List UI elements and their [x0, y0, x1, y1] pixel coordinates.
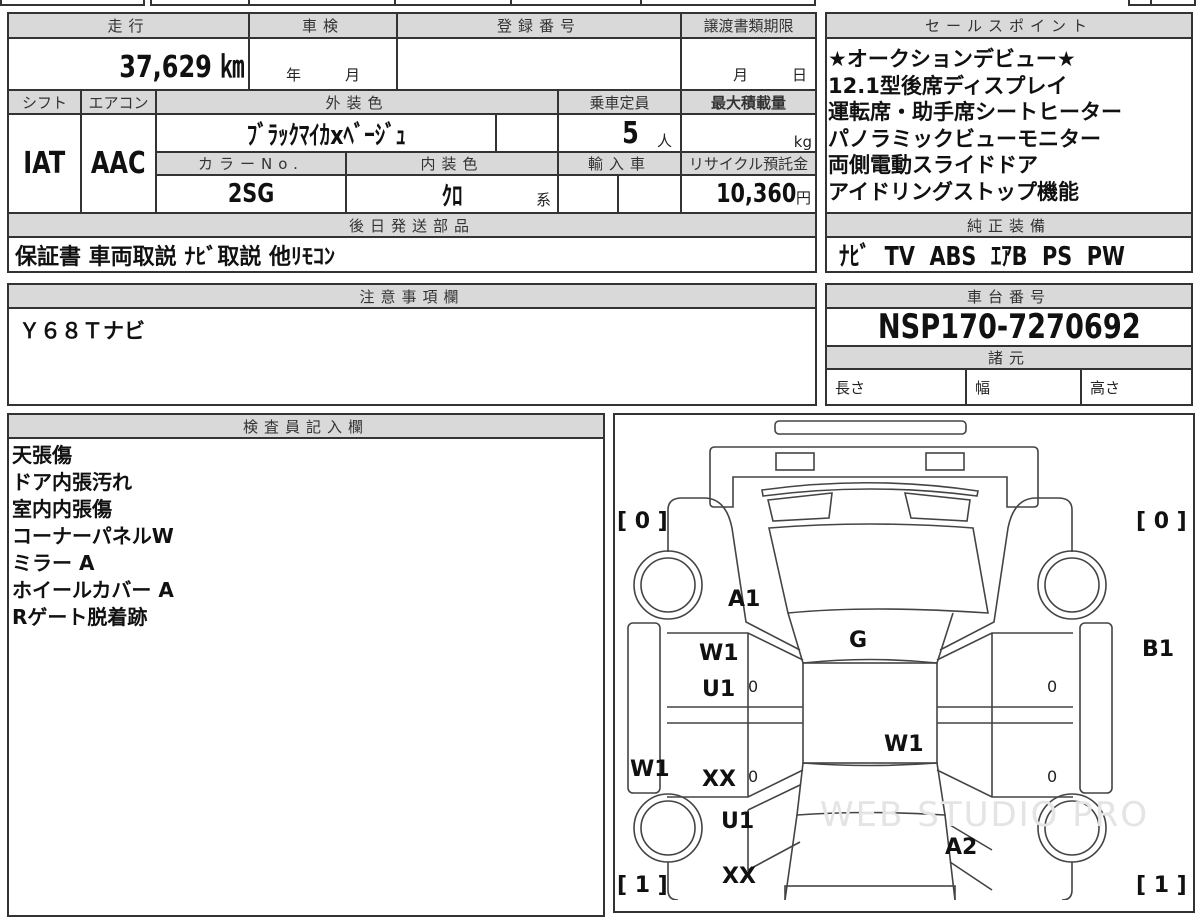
door-mark-zero: 0 — [1047, 767, 1058, 786]
damage-mark-xx: XX — [702, 767, 736, 792]
door-mark-zero: 0 — [748, 677, 759, 696]
tire-front-right: [ 0 ] — [1136, 509, 1187, 534]
damage-mark-u1-rear: U1 — [721, 809, 755, 834]
damage-mark-b1: B1 — [1142, 637, 1175, 662]
damage-mark-a1: A1 — [728, 587, 761, 612]
damage-mark-w1: W1 — [699, 641, 739, 666]
damage-mark-xx-rear: XX — [722, 864, 756, 889]
damage-mark-w1-side: W1 — [630, 757, 670, 782]
damage-mark-g: G — [849, 628, 868, 653]
tire-front-left: [ 0 ] — [617, 509, 668, 534]
tire-rear-right: [ 1 ] — [1136, 873, 1187, 898]
door-mark-zero: 0 — [1047, 677, 1058, 696]
car-outline — [627, 420, 1113, 900]
damage-mark-w1-roof: W1 — [884, 732, 924, 757]
watermark: WEB STUDIO PRO — [820, 795, 1150, 835]
damage-mark-u1: U1 — [702, 677, 736, 702]
damage-mark-a2: A2 — [945, 835, 978, 860]
door-mark-zero: 0 — [748, 767, 759, 786]
tire-rear-left: [ 1 ] — [617, 873, 668, 898]
